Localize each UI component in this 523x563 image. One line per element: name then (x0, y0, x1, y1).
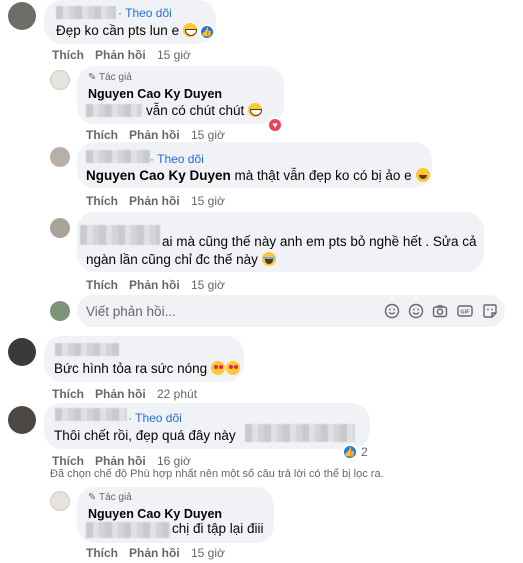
redacted-name (80, 225, 160, 245)
current-user-avatar (50, 301, 70, 321)
follow-link[interactable]: · Theo dõi (150, 152, 204, 166)
heart-eyes-emoji-icon (211, 361, 226, 375)
reply-text-line1: ai mà cũng thế này anh em pts bỏ nghề hế… (162, 234, 477, 249)
redacted-text (86, 104, 142, 117)
redacted-name (55, 408, 127, 421)
grin-emoji-icon (248, 103, 263, 117)
like-button[interactable]: Thích (86, 128, 118, 142)
comment-time[interactable]: 16 giờ (157, 454, 191, 468)
heart-eyes-emoji-icon (226, 361, 241, 375)
camera-icon[interactable] (432, 303, 448, 319)
like-button[interactable]: Thích (52, 454, 84, 468)
reply-button[interactable]: Phản hồi (95, 454, 146, 468)
comment-text: Thôi chết rồi, đẹp quá đây này (54, 428, 236, 443)
follow-link[interactable]: · Theo dõi (128, 411, 182, 425)
smile-emoji-icon (415, 168, 430, 182)
reply-time[interactable]: 15 giờ (191, 278, 225, 292)
gif-icon[interactable]: GIF (457, 303, 473, 319)
commenter-avatar[interactable] (8, 2, 36, 30)
reply-time[interactable]: 15 giờ (191, 546, 225, 560)
reaction-count[interactable]: 2 (361, 445, 368, 459)
like-button[interactable]: Thích (86, 194, 118, 208)
reply-input-placeholder[interactable]: Viết phản hồi... (86, 304, 176, 319)
like-button[interactable]: Thích (86, 278, 118, 292)
commenter-avatar[interactable] (8, 338, 36, 366)
author-badge: ✎ Tác giả (88, 72, 132, 83)
laughing-tears-emoji-icon (261, 252, 276, 266)
author-avatar[interactable] (50, 491, 70, 511)
heart-reaction-icon[interactable]: ♥ (267, 117, 283, 133)
redacted-name (56, 6, 116, 19)
sticker-smile-icon[interactable] (384, 303, 400, 319)
reply-button[interactable]: Phản hồi (95, 387, 146, 401)
reply-text: Nguyen Cao Ky Duyen mà thật vẫn đẹp ko c… (86, 168, 430, 183)
reply-time[interactable]: 15 giờ (191, 128, 225, 142)
commenter-avatar[interactable] (8, 406, 36, 434)
author-badge: ✎ Tác giả (88, 492, 132, 503)
reply-button[interactable]: Phản hồi (129, 278, 180, 292)
reply-button[interactable]: Phản hồi (129, 546, 180, 560)
like-reaction-icon[interactable]: 👍 (342, 444, 358, 460)
reply-button[interactable]: Phản hồi (129, 194, 180, 208)
reply-time[interactable]: 15 giờ (191, 194, 225, 208)
redacted-text (86, 522, 170, 538)
reply-button[interactable]: Phản hồi (129, 128, 180, 142)
author-name[interactable]: Nguyen Cao Ky Duyen (88, 87, 222, 101)
redacted-name (55, 343, 119, 356)
redacted-text (245, 424, 355, 442)
like-button[interactable]: Thích (86, 546, 118, 560)
svg-text:GIF: GIF (460, 310, 470, 316)
comment-time[interactable]: 22 phút (157, 387, 197, 401)
emoji-icon[interactable] (408, 303, 424, 319)
like-reaction-icon[interactable]: 👍 (199, 24, 215, 40)
reply-text-line2: ngàn lần cũng chỉ đc thế này (86, 252, 276, 267)
redacted-name (86, 150, 150, 163)
commenter-avatar[interactable] (50, 218, 70, 238)
commenter-avatar[interactable] (50, 147, 70, 167)
follow-link[interactable]: · Theo dõi (118, 6, 172, 20)
like-button[interactable]: Thích (52, 48, 84, 62)
comment-text: Bức hình tỏa ra sức nóng (54, 361, 241, 376)
like-button[interactable]: Thích (52, 387, 84, 401)
sticker-icon[interactable] (482, 303, 498, 319)
reply-text: chị đi tập lại điii (172, 521, 264, 536)
comment-text: Đẹp ko cần pts lun e (56, 23, 198, 38)
reply-button[interactable]: Phản hồi (95, 48, 146, 62)
grin-emoji-icon (183, 23, 198, 37)
author-name[interactable]: Nguyen Cao Ky Duyen (88, 507, 222, 521)
reply-text: vẫn có chút chút (146, 103, 263, 118)
mention-tag[interactable]: Nguyen Cao Ky Duyen (86, 168, 231, 183)
comment-time[interactable]: 15 giờ (157, 48, 191, 62)
filter-notice: Đã chọn chế độ Phù hợp nhất nên một số c… (50, 468, 384, 480)
author-avatar[interactable] (50, 70, 70, 90)
